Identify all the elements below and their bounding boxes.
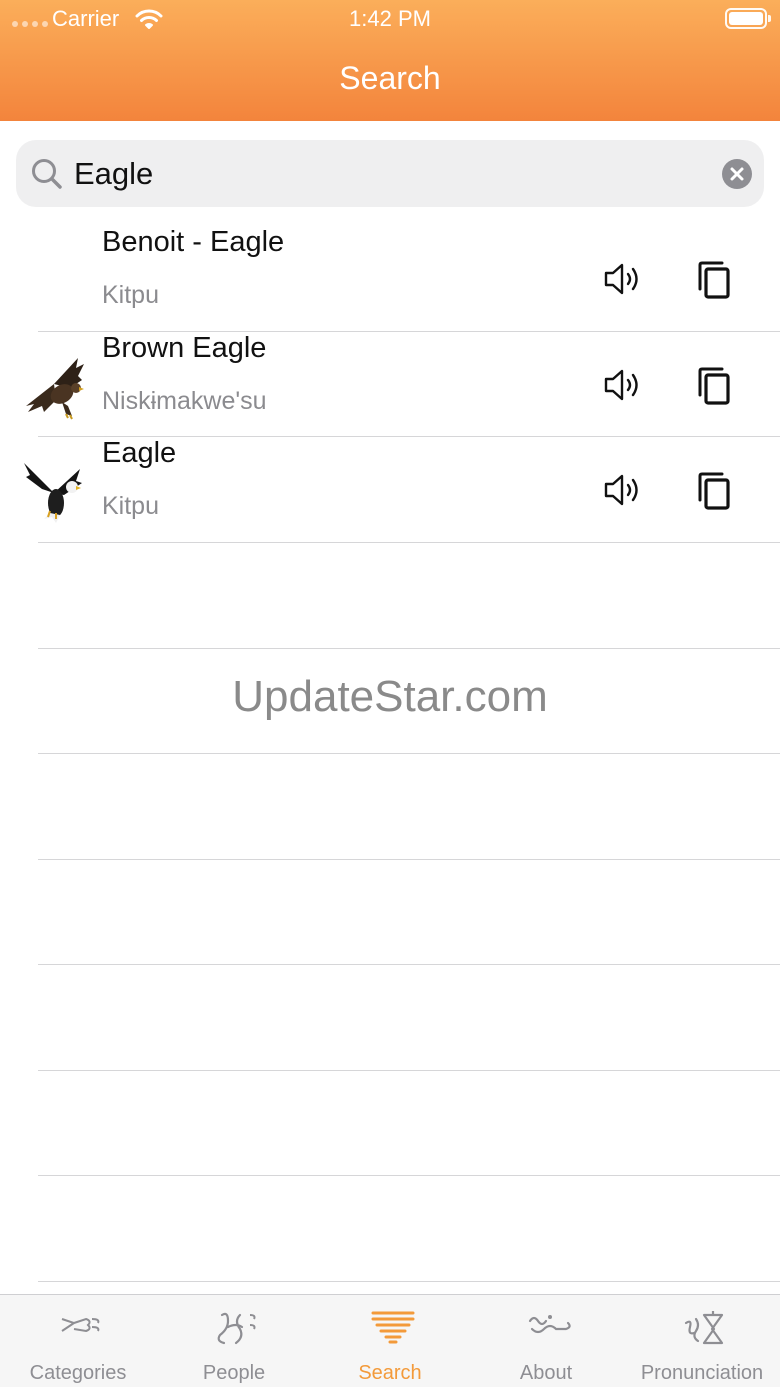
tab-bar: Categories People Search About Pronuncia…: [0, 1294, 780, 1387]
result-title: Brown Eagle: [102, 331, 267, 364]
result-translation: Kitpu: [102, 492, 159, 520]
result-title: Eagle: [102, 437, 177, 469]
row-divider: [38, 753, 780, 754]
result-row[interactable]: Benoit - Eagle Kitpu: [0, 226, 780, 332]
tab-about[interactable]: About: [468, 1295, 624, 1387]
search-glyph-icon: [371, 1311, 415, 1344]
bald-eagle-image: [24, 463, 82, 523]
results-list: Benoit - Eagle Kitpu Brown Eagle Niskɨma…: [0, 226, 780, 543]
tab-label: About: [519, 1362, 573, 1384]
row-divider: [38, 1281, 780, 1282]
result-translation: Niskɨmakwe'su: [102, 386, 267, 415]
tab-people[interactable]: People: [156, 1295, 312, 1387]
categories-glyph-icon: [61, 1317, 100, 1333]
result-row[interactable]: Brown Eagle Niskɨmakwe'su: [0, 331, 780, 437]
clear-search-icon[interactable]: [722, 159, 752, 189]
row-divider: [38, 1070, 780, 1071]
result-translation: Kitpu: [102, 281, 159, 309]
search-input[interactable]: [74, 140, 694, 207]
row-divider: [38, 648, 780, 649]
watermark: UpdateStar.com: [232, 672, 548, 721]
search-icon: [32, 159, 62, 189]
speaker-icon[interactable]: [602, 364, 644, 406]
people-glyph-icon: [217, 1312, 256, 1345]
result-row[interactable]: Eagle Kitpu: [0, 437, 780, 543]
speaker-icon[interactable]: [602, 469, 644, 511]
tab-label: Pronunciation: [640, 1362, 764, 1384]
about-glyph-icon: [528, 1315, 571, 1334]
page-title: Search: [339, 60, 441, 96]
status-bar: Carrier 1:42 PM: [0, 0, 780, 40]
tab-label: Categories: [29, 1362, 127, 1384]
row-divider: [38, 541, 780, 543]
copy-icon[interactable]: [696, 366, 734, 406]
brown-eagle-image: [26, 357, 84, 419]
tab-search[interactable]: Search: [312, 1295, 468, 1387]
copy-icon[interactable]: [696, 260, 734, 300]
tab-pronunciation[interactable]: Pronunciation: [624, 1295, 780, 1387]
battery-icon: [725, 8, 771, 29]
speaker-icon[interactable]: [602, 258, 644, 300]
row-divider: [38, 1175, 780, 1176]
result-title: Benoit - Eagle: [102, 226, 285, 258]
tab-label: People: [202, 1362, 266, 1384]
tab-label: Search: [358, 1362, 422, 1384]
status-time: 1:42 PM: [349, 6, 431, 31]
copy-icon[interactable]: [696, 471, 734, 511]
row-divider: [38, 964, 780, 965]
tab-categories[interactable]: Categories: [0, 1295, 156, 1387]
navigation-header: Carrier 1:42 PM Search: [0, 0, 780, 121]
search-bar: [16, 140, 764, 207]
row-divider: [38, 859, 780, 860]
pronunciation-glyph-icon: [684, 1311, 724, 1345]
